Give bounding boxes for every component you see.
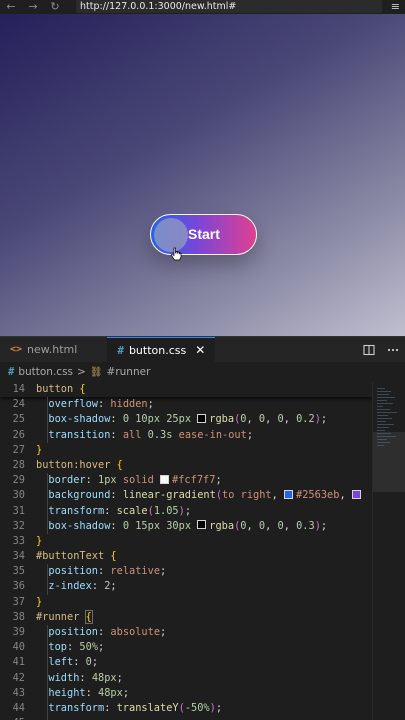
start-button[interactable]: Start	[150, 214, 257, 255]
code-line: 36 z-index: 2;	[12, 580, 117, 593]
code-line: 34 #buttonText {	[12, 550, 117, 563]
code-line: 27}	[12, 443, 43, 456]
tab-new-html[interactable]: <> new.html	[0, 337, 87, 362]
menu-icon[interactable]: ≡	[391, 0, 400, 14]
code-area[interactable]: 14 button { 24 overflow: hidden; 25 box-s…	[0, 382, 372, 720]
breadcrumb-file[interactable]: button.css	[18, 366, 73, 378]
code-line: 14 button {	[0, 382, 372, 398]
code-line: 37}	[12, 595, 43, 608]
code-line: 43 height: 48px;	[12, 686, 130, 699]
code-line: 45	[0, 716, 372, 720]
code-line: 25 box-shadow: 0 10px 25px rgba(0, 0, 0,…	[12, 413, 328, 426]
code-line: 44 transform: translateY(-50%);	[12, 701, 223, 714]
code-line: 38 #runner {	[12, 609, 93, 624]
code-line: 39 position: absolute;	[12, 626, 167, 638]
code-line: 35 position: relative;	[12, 565, 167, 578]
code-line: 26 transition: all 0.3s ease-in-out;	[12, 428, 254, 441]
code-editor: <> new.html # button.css ✕ # button.css …	[0, 336, 405, 720]
code-line: 30 background: linear-gradient(to right,…	[0, 488, 372, 503]
close-icon[interactable]: ✕	[195, 343, 205, 357]
code-line: 28 button:hover {	[12, 458, 123, 471]
css-file-icon: #	[8, 366, 15, 378]
color-swatch[interactable]	[351, 489, 361, 499]
split-editor-icon[interactable]	[363, 344, 375, 356]
breadcrumb-separator: >	[77, 366, 86, 378]
breadcrumb: # button.css > ⛓ #runner	[0, 362, 405, 382]
forward-arrow-icon[interactable]: →	[22, 0, 44, 14]
hand-pointer-icon	[171, 247, 182, 261]
css-file-icon: #	[117, 343, 124, 357]
code-line: 24 overflow: hidden;	[12, 398, 154, 411]
tab-label: new.html	[27, 343, 78, 356]
address-bar[interactable]: http://127.0.0.1:3000/new.html#	[76, 0, 382, 13]
code-line: 31 transform: scale(1.05);	[12, 504, 192, 517]
tab-button-css[interactable]: # button.css ✕	[107, 337, 216, 362]
code-line: 32 box-shadow: 0 15px 30px rgba(0, 0, 0,…	[12, 519, 328, 532]
tab-label: button.css	[128, 343, 187, 357]
tab-actions	[363, 337, 399, 363]
code-line: 29 border: 1px solid #fcf7f7;	[12, 474, 222, 487]
start-button-label: Start	[188, 226, 220, 242]
page-preview: Start	[0, 14, 405, 336]
minimap[interactable]	[372, 382, 405, 720]
color-swatch[interactable]	[284, 489, 294, 499]
code-line: 40 top: 50%;	[12, 641, 105, 654]
editor-tab-bar: <> new.html # button.css ✕	[0, 336, 405, 362]
selector-symbol-icon: ⛓	[89, 366, 103, 378]
reload-icon[interactable]: ↻	[44, 0, 66, 14]
color-swatch[interactable]	[160, 474, 170, 484]
back-arrow-icon[interactable]: ←	[0, 0, 22, 14]
code-line: 42 width: 48px;	[12, 671, 123, 684]
color-swatch[interactable]	[197, 520, 207, 530]
color-swatch[interactable]	[197, 413, 207, 423]
browser-toolbar: ← → ↻ http://127.0.0.1:3000/new.html# ≡	[0, 0, 405, 14]
code-line: 33}	[12, 534, 43, 547]
minimap-viewport[interactable]	[373, 432, 405, 492]
breadcrumb-symbol[interactable]: #runner	[107, 366, 151, 378]
more-actions-icon[interactable]	[387, 344, 399, 356]
html-file-icon: <>	[10, 344, 23, 355]
code-line: 41 left: 0;	[12, 656, 99, 669]
